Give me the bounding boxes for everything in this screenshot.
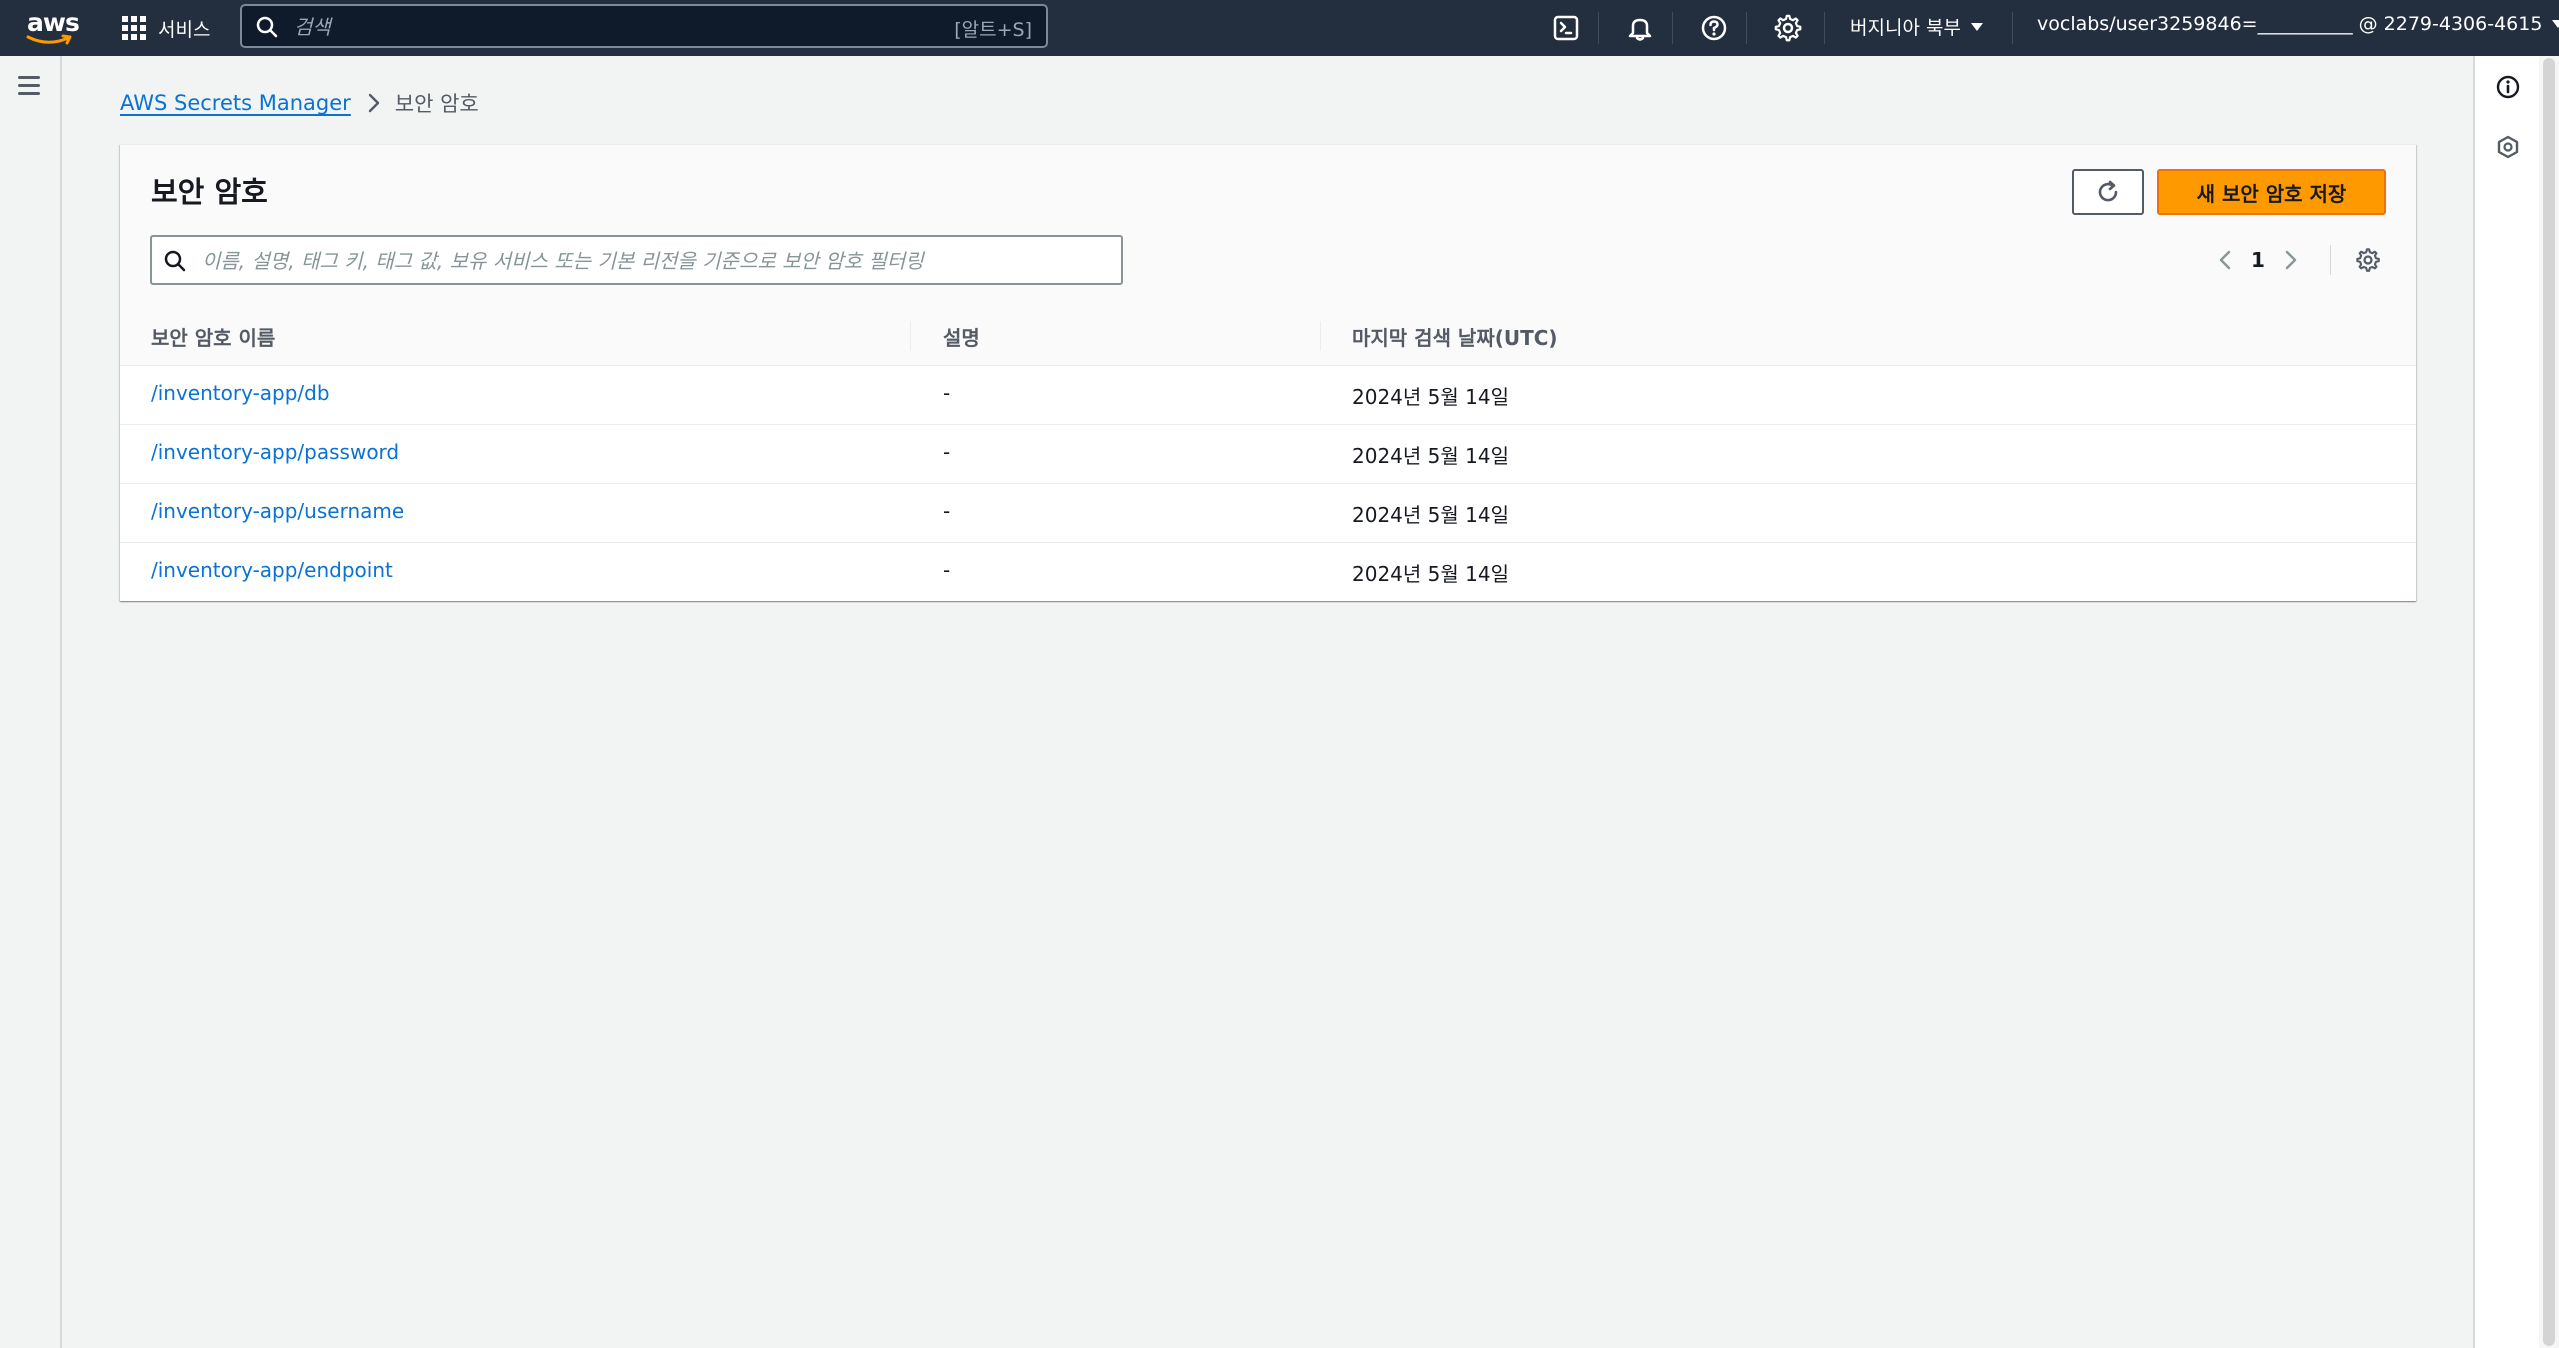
pagination: 1 [2210,243,2306,277]
preferences-gear-icon[interactable] [2354,246,2382,274]
services-menu-button[interactable]: 서비스 [122,14,210,42]
account-menu[interactable]: voclabs/user3259846=__________ @ 2279-43… [2037,13,2559,35]
global-search-input[interactable] [292,10,856,44]
secrets-filter-input[interactable] [200,244,1104,278]
secrets-table-container: 보안 암호 새 보안 암호 저장 1 [120,144,2416,601]
secret-description: - [943,381,951,405]
side-navigation-rail [0,56,62,1348]
account-label: voclabs/user3259846=__________ @ 2279-43… [2037,13,2543,35]
secrets-table: 보안 암호 이름 설명 마지막 검색 날짜(UTC) /inventory-ap… [120,307,2416,601]
secret-name-link[interactable]: /inventory-app/password [151,440,399,464]
secret-last-retrieved: 2024년 5월 14일 [1352,562,1509,586]
scrollbar-thumb[interactable] [2543,58,2555,1346]
tools-rail [2473,56,2541,1348]
table-header: 보안 암호 이름 설명 마지막 검색 날짜(UTC) [120,307,2416,366]
menu-icon[interactable] [18,76,42,98]
secret-name-link[interactable]: /inventory-app/username [151,499,404,523]
chevron-right-icon [368,93,379,113]
secret-description: - [943,440,951,464]
nav-divider [1672,12,1673,44]
table-row: /inventory-app/password - 2024년 5월 14일 [120,425,2416,484]
next-page-button[interactable] [2276,243,2306,277]
nav-divider [1598,12,1599,44]
secret-last-retrieved: 2024년 5월 14일 [1352,444,1509,468]
column-header-description[interactable]: 설명 [943,322,980,351]
refresh-icon [2098,180,2118,202]
secret-last-retrieved: 2024년 5월 14일 [1352,503,1509,527]
table-row: /inventory-app/username - 2024년 5월 14일 [120,484,2416,543]
column-header-secret-name[interactable]: 보안 암호 이름 [151,322,275,351]
page-number-button[interactable]: 1 [2240,248,2276,272]
secret-description: - [943,499,951,523]
secret-name-link[interactable]: /inventory-app/endpoint [151,558,393,582]
search-shortcut-hint: [알트+S] [954,19,1032,41]
region-selector[interactable]: 버지니아 북부 [1850,13,1983,40]
caret-down-icon [1970,22,1983,31]
search-icon [256,16,278,38]
column-header-last-retrieved[interactable]: 마지막 검색 날짜(UTC) [1352,322,1558,351]
aws-logo[interactable]: aws [26,8,80,48]
nav-divider [1824,12,1825,44]
aws-smile-icon [26,34,72,45]
services-grid-icon [122,16,146,40]
store-new-secret-button[interactable]: 새 보안 암호 저장 [2157,169,2386,215]
settings-icon[interactable] [1772,12,1804,44]
top-navigation: aws 서비스 [알트+S] [0,0,2559,56]
column-divider[interactable] [910,321,911,351]
region-label: 버지니아 북부 [1850,17,1961,39]
pager-divider [2330,245,2331,275]
secrets-filter[interactable] [150,235,1123,285]
help-icon[interactable] [1698,12,1730,44]
table-row: /inventory-app/endpoint - 2024년 5월 14일 [120,543,2416,601]
page-title: 보안 암호 [151,175,268,209]
cloudshell-icon[interactable] [1550,12,1582,44]
bell-icon[interactable] [1624,12,1656,44]
chevron-right-icon [2285,250,2297,270]
panel-header: 보안 암호 새 보안 암호 저장 1 [120,145,2416,308]
secret-name-link[interactable]: /inventory-app/db [151,381,330,405]
column-divider[interactable] [1320,321,1321,351]
global-search[interactable]: [알트+S] [240,4,1048,48]
nav-divider [1746,12,1747,44]
services-label: 서비스 [158,18,211,41]
secret-last-retrieved: 2024년 5월 14일 [1352,385,1509,409]
secret-description: - [943,558,951,582]
info-icon[interactable] [2495,74,2521,100]
nav-divider [2012,12,2013,44]
breadcrumb-current: 보안 암호 [394,92,479,116]
search-icon [164,250,186,272]
security-hub-icon[interactable] [2495,134,2521,160]
page-scrollbar[interactable] [2539,56,2559,1348]
breadcrumb: AWS Secrets Manager 보안 암호 [120,88,479,118]
chevron-left-icon [2219,250,2231,270]
refresh-button[interactable] [2072,169,2144,215]
caret-down-icon [2552,20,2559,28]
aws-logo-text: aws [27,8,80,37]
table-row: /inventory-app/db - 2024년 5월 14일 [120,366,2416,425]
previous-page-button[interactable] [2210,243,2240,277]
breadcrumb-link-secrets-manager[interactable]: AWS Secrets Manager [120,91,351,115]
